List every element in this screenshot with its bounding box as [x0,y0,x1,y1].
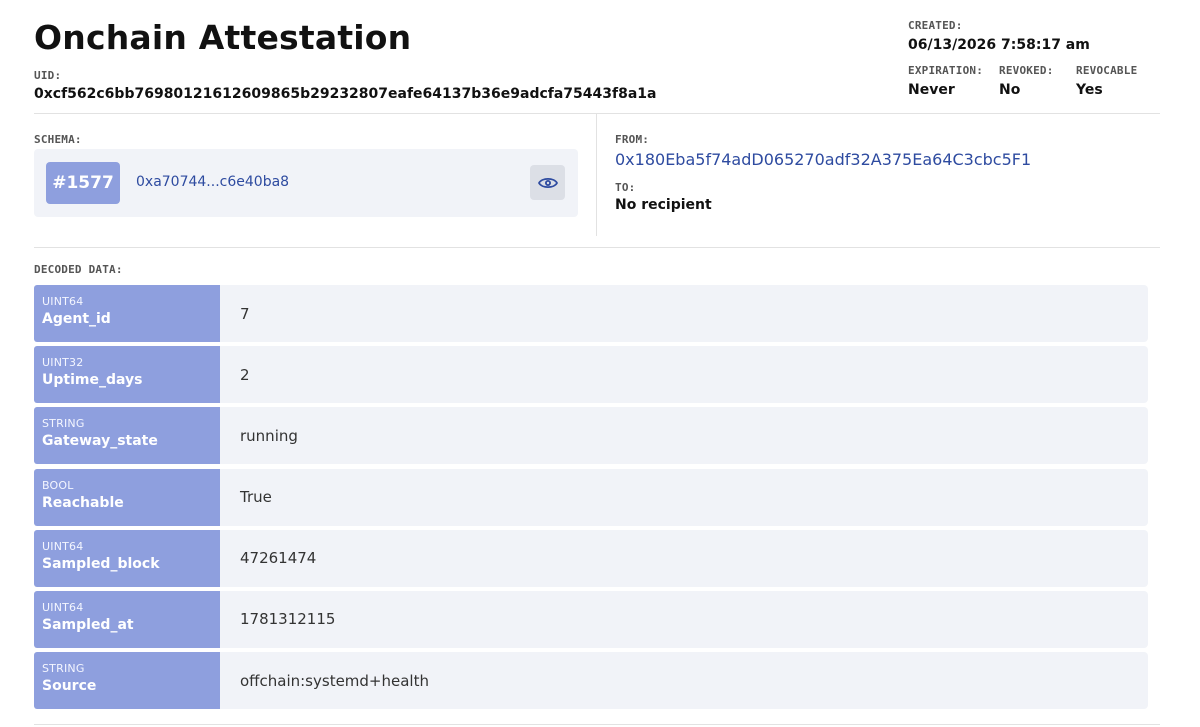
field-name: Source [42,678,97,695]
schema-panel: #1577 0xa70744...c6e40ba8 [34,149,578,217]
decoded-row-sampled-block: UINT64 Sampled_block 47261474 [34,529,1148,587]
revoked-label: REVOKED: [999,64,1054,77]
revocable-value: Yes [1076,82,1103,98]
field-value: 1781312115 [220,590,1148,648]
field-value: offchain:systemd+health [220,652,1148,710]
revocable-meta: REVOCABLE Yes [1076,64,1137,98]
created-value: 06/13/2026 7:58:17 am [908,37,1090,53]
field-key: UINT64 Sampled_at [34,590,220,648]
decoded-row-source: STRING Source offchain:systemd+health [34,652,1148,710]
field-key: STRING Gateway_state [34,407,220,465]
field-type: UINT64 [42,600,84,614]
eye-icon [537,177,558,188]
divider-bottom [34,724,1160,725]
decoded-row-gateway-state: STRING Gateway_state running [34,407,1148,465]
divider-vertical [596,114,597,236]
field-type: UINT32 [42,356,84,370]
schema-label: SCHEMA: [34,133,82,146]
revoked-meta: REVOKED: No [999,64,1054,98]
expiration-label: EXPIRATION: [908,64,984,77]
expiration-value: Never [908,82,955,98]
field-key: UINT64 Sampled_block [34,529,220,587]
created-meta: CREATED: 06/13/2026 7:58:17 am [908,19,1090,53]
field-value: 7 [220,285,1148,342]
decoded-data-table: UINT64 Agent_id 7 UINT32 Uptime_days 2 S… [34,285,1148,713]
field-name: Gateway_state [42,433,158,450]
field-type: UINT64 [42,295,84,308]
to-label: TO: [615,181,636,194]
decoded-row-agent-id: UINT64 Agent_id 7 [34,285,1148,342]
field-name: Uptime_days [42,372,143,389]
field-key: UINT64 Agent_id [34,285,220,342]
decoded-row-sampled-at: UINT64 Sampled_at 1781312115 [34,590,1148,648]
field-name: Sampled_at [42,616,134,633]
field-name: Reachable [42,494,124,511]
decoded-row-uptime-days: UINT32 Uptime_days 2 [34,346,1148,404]
created-label: CREATED: [908,19,963,32]
field-type: UINT64 [42,539,84,553]
expiration-meta: EXPIRATION: Never [908,64,983,98]
field-value: running [220,407,1148,465]
field-key: STRING Source [34,652,220,710]
decoded-data-label: DECODED DATA: [34,263,123,276]
to-value: No recipient [615,197,712,213]
field-value: 2 [220,346,1148,404]
schema-id-badge[interactable]: #1577 [46,162,120,204]
divider-top [34,113,1160,114]
field-key: BOOL Reachable [34,468,220,526]
page-title: Onchain Attestation [34,18,412,57]
revoked-value: No [999,82,1021,98]
view-schema-button[interactable] [530,165,565,200]
uid-label: UID: [34,69,62,82]
schema-hash-link[interactable]: 0xa70744...c6e40ba8 [136,174,289,190]
field-name: Sampled_block [42,555,160,572]
revocable-label: REVOCABLE [1076,64,1138,77]
from-label: FROM: [615,133,650,146]
divider-middle [34,247,1160,248]
from-address-link[interactable]: 0x180Eba5f74adD065270adf32A375Ea64C3cbc5… [615,150,1031,169]
field-type: STRING [42,662,85,676]
field-value: 47261474 [220,529,1148,587]
field-type: STRING [42,417,85,431]
field-type: BOOL [42,478,74,492]
field-value: True [220,468,1148,526]
decoded-row-reachable: BOOL Reachable True [34,468,1148,526]
field-key: UINT32 Uptime_days [34,346,220,404]
field-name: Agent_id [42,311,111,327]
uid-value: 0xcf562c6bb76980121612609865b29232807eaf… [34,86,657,102]
